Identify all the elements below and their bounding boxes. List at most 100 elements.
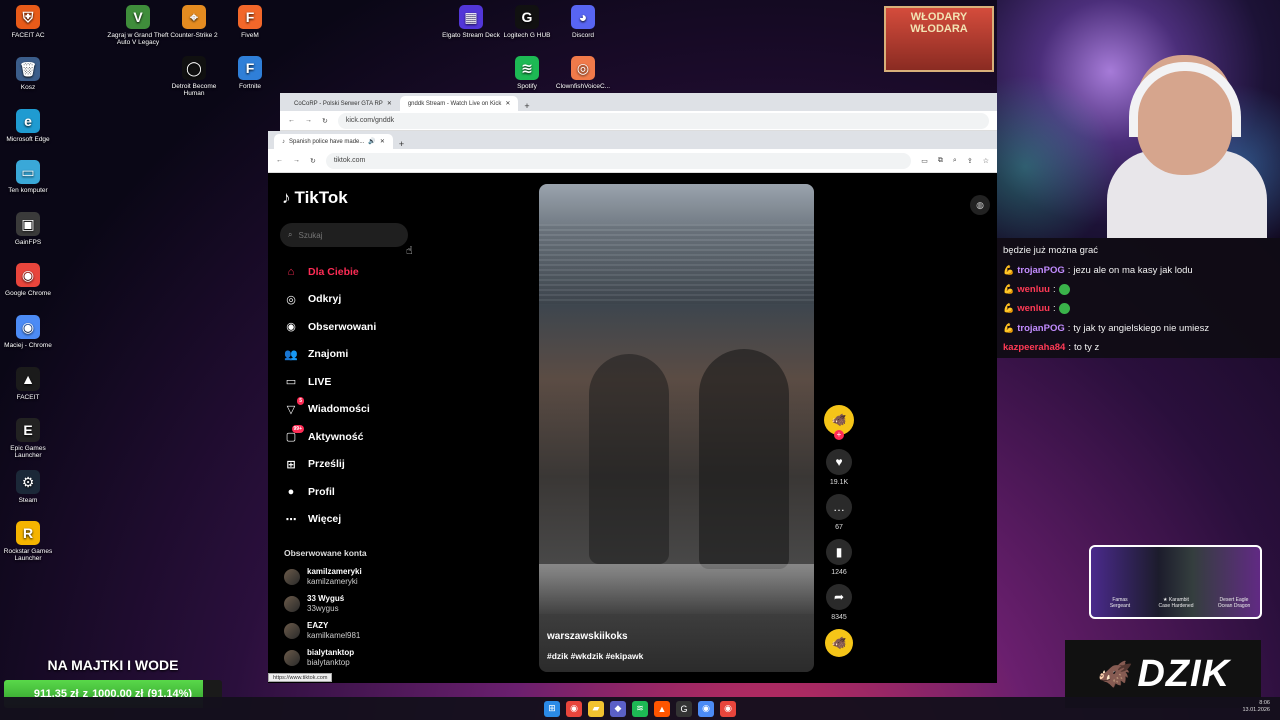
system-tray-clock[interactable]: 8:06 13.01.2026	[1242, 700, 1270, 714]
new-tab-icon[interactable]: +	[524, 101, 529, 111]
logitech-icon[interactable]: G	[676, 700, 692, 717]
audio-icon[interactable]: 🔊	[368, 138, 375, 145]
back-icon[interactable]: ←	[288, 117, 295, 124]
reload-icon[interactable]: ↻	[310, 157, 316, 165]
desktop-icon-maciej-chrome[interactable]: ◉ Maciej - Chrome	[0, 315, 60, 349]
explorer-icon[interactable]: ▰	[588, 700, 604, 717]
desktop-icon-faceit-ac[interactable]: ⛨ FACEIT AC	[0, 5, 60, 39]
faceit-icon: ▲	[16, 367, 40, 391]
bookmark-icon[interactable]: ▮	[826, 539, 852, 565]
chrome2-icon[interactable]: ◉	[698, 700, 714, 717]
search-box[interactable]: ⌕	[280, 223, 408, 247]
clock-date: 13.01.2026	[1242, 707, 1270, 713]
close-icon[interactable]: ✕	[380, 138, 385, 145]
share-count: 8345	[831, 614, 847, 621]
sound-disc-icon[interactable]: 🐗	[825, 629, 853, 657]
search-input[interactable]	[298, 230, 389, 240]
chat-username[interactable]: wenluu	[1017, 303, 1050, 314]
account-names: bialytanktop bialytanktop	[307, 648, 354, 668]
desktop-icon-zagraj-w-grand-theft-auto-v-legacy[interactable]: V Zagraj w Grand Theft Auto V Legacy	[106, 5, 170, 46]
spotify-icon[interactable]: ≋	[632, 700, 648, 717]
address-bar[interactable]: tiktok.com	[325, 152, 912, 169]
desktop-icon-faceit[interactable]: ▲ FACEIT	[0, 367, 60, 401]
tiktok-logo[interactable]: ♪ TikTok	[282, 188, 348, 208]
desktop-icon-fortnite[interactable]: F Fortnite	[218, 56, 282, 90]
translate-icon[interactable]: ⧉	[938, 157, 943, 165]
weapon-showcase: Famas Sergeant ★ Karambit Case Hardened Dese…	[1089, 545, 1262, 619]
desktop-icon-steam[interactable]: ⚙ Steam	[0, 470, 60, 504]
tab-cocorp[interactable]: CoCoRP - Polski Serwer GTA RP ✕	[286, 96, 400, 111]
sidebar-item-profil[interactable]: ● Profil	[284, 478, 376, 506]
tab-kick[interactable]: gnddk Stream - Watch Live on Kick ✕	[399, 96, 519, 111]
sidebar-item-znajomi[interactable]: 👥 Znajomi	[284, 341, 376, 369]
address-bar[interactable]: kick.com/gnddk	[337, 112, 989, 129]
zoom-icon[interactable]: ⌕	[953, 157, 957, 165]
like-heart-icon[interactable]: ♥	[826, 449, 852, 475]
cast-icon[interactable]: ▭	[921, 157, 928, 165]
sidebar-item-label: Dla Ciebie	[308, 265, 359, 278]
close-icon[interactable]: ✕	[505, 100, 510, 107]
desktop-icon-clownfishvoicec[interactable]: ◎ ClownfishVoiceC...	[551, 56, 615, 90]
share-arrow-icon[interactable]: ➦	[826, 584, 852, 610]
start-icon[interactable]: ⊞	[544, 700, 560, 717]
sidebar-item-wiadomos-ci[interactable]: ▽ 5 Wiadomości	[284, 396, 376, 424]
sidebar-item-obserwowani[interactable]: ◉ Obserwowani	[284, 313, 376, 341]
browser-kick-window[interactable]: CoCoRP - Polski Serwer GTA RP ✕ gnddk Str…	[280, 93, 997, 133]
desktop-icon-gainfps[interactable]: ▣ GainFPS	[0, 212, 60, 246]
video-player[interactable]: warszawskiikoks #dzik #wkdzik #ekipawk	[539, 184, 814, 672]
sidebar-item-live[interactable]: ▭ LIVE	[284, 368, 376, 396]
sidebar-item-aktywnos-c[interactable]: ▢ 99+ Aktywność	[284, 423, 376, 451]
desktop-icon-logitech-g-hub[interactable]: G Logitech G HUB	[495, 5, 559, 39]
desktop-icon-label: FACEIT	[16, 394, 40, 401]
forward-icon[interactable]: →	[293, 157, 300, 164]
video-hashtags[interactable]: #dzik #wkdzik #ekipawk	[547, 651, 643, 661]
following-account[interactable]: kamilzameryki kamilzameryki	[284, 563, 362, 590]
chat-username[interactable]: trojanPOG	[1017, 265, 1065, 276]
follow-plus-icon[interactable]: +	[834, 430, 844, 440]
chat-username[interactable]: trojanPOG	[1017, 323, 1065, 334]
creator-avatar[interactable]: 🐗 +	[824, 405, 854, 440]
faceit-icon[interactable]: ▲	[654, 700, 670, 717]
new-tab-icon[interactable]: +	[399, 139, 404, 149]
reload-icon[interactable]: ↻	[322, 117, 328, 125]
following-account[interactable]: bialytanktop bialytanktop	[284, 644, 362, 671]
desktop-icon-discord[interactable]: ◕ Discord	[551, 5, 615, 39]
sidebar-item-dla-ciebie[interactable]: ⌂ Dla Ciebie	[284, 258, 376, 286]
desktop-icon-rockstar-games-launcher[interactable]: R Rockstar Games Launcher	[0, 521, 60, 562]
account-name: EAZY	[307, 620, 329, 630]
desktop-icon-detroit-become-human[interactable]: ◯ Detroit Become Human	[162, 56, 226, 97]
chat-username[interactable]: kazpeeraha84	[1003, 342, 1065, 353]
following-account[interactable]: 33 Wyguś 33wygus	[284, 590, 362, 617]
desktop-icon-ten-komputer[interactable]: ▭ Ten komputer	[0, 160, 60, 194]
sidebar-item-przes-lij[interactable]: ⊞ Prześlij	[284, 451, 376, 479]
badge-arm-icon: 💪	[1003, 264, 1015, 275]
chrome3-icon[interactable]: ◉	[720, 700, 736, 717]
close-icon[interactable]: ✕	[387, 100, 392, 107]
teams-icon[interactable]: ◆	[610, 700, 626, 717]
chrome-icon[interactable]: ◉	[566, 700, 582, 717]
desktop-icon-spotify[interactable]: ≋ Spotify	[495, 56, 559, 90]
settings-icon[interactable]: ◍	[970, 195, 990, 215]
desktop-icon-kosz[interactable]: 🗑 Kosz	[0, 57, 60, 91]
sidebar-item-wie-cej[interactable]: ⋯ Więcej	[284, 506, 376, 534]
forward-icon[interactable]: →	[305, 117, 312, 124]
account-handle: bialytanktop	[307, 657, 350, 667]
desktop-icon-counter-strike-2[interactable]: ⌖ Counter-Strike 2	[162, 5, 226, 39]
notification-badge: 5	[297, 397, 304, 406]
desktop-icon-google-chrome[interactable]: ◉ Google Chrome	[0, 263, 60, 297]
desktop-icon-fivem[interactable]: F FiveM	[218, 5, 282, 39]
video-author[interactable]: warszawskiikoks	[547, 631, 628, 642]
share-icon[interactable]: ⇪	[967, 157, 973, 165]
desktop-icon-microsoft-edge[interactable]: e Microsoft Edge	[0, 109, 60, 143]
comment-icon[interactable]: …	[826, 494, 852, 520]
boar-icon: 🐗	[1095, 658, 1130, 689]
chat-username[interactable]: wenluu	[1017, 284, 1050, 295]
desktop-icon-epic-games-launcher[interactable]: E Epic Games Launcher	[0, 418, 60, 459]
sidebar-item-odkryj[interactable]: ◎ Odkryj	[284, 286, 376, 314]
browser-tiktok-window[interactable]: ♪ Spanish police have made... 🔊 ✕ + ← → …	[268, 131, 997, 683]
tab-tiktok[interactable]: ♪ Spanish police have made... 🔊 ✕	[274, 134, 393, 149]
following-account[interactable]: EAZY kamilkamel981	[284, 617, 362, 644]
bookmark-star-icon[interactable]: ☆	[983, 157, 989, 165]
desktop-icon-elgato-stream-deck[interactable]: ▦ Elgato Stream Deck	[439, 5, 503, 39]
back-icon[interactable]: ←	[276, 157, 283, 164]
